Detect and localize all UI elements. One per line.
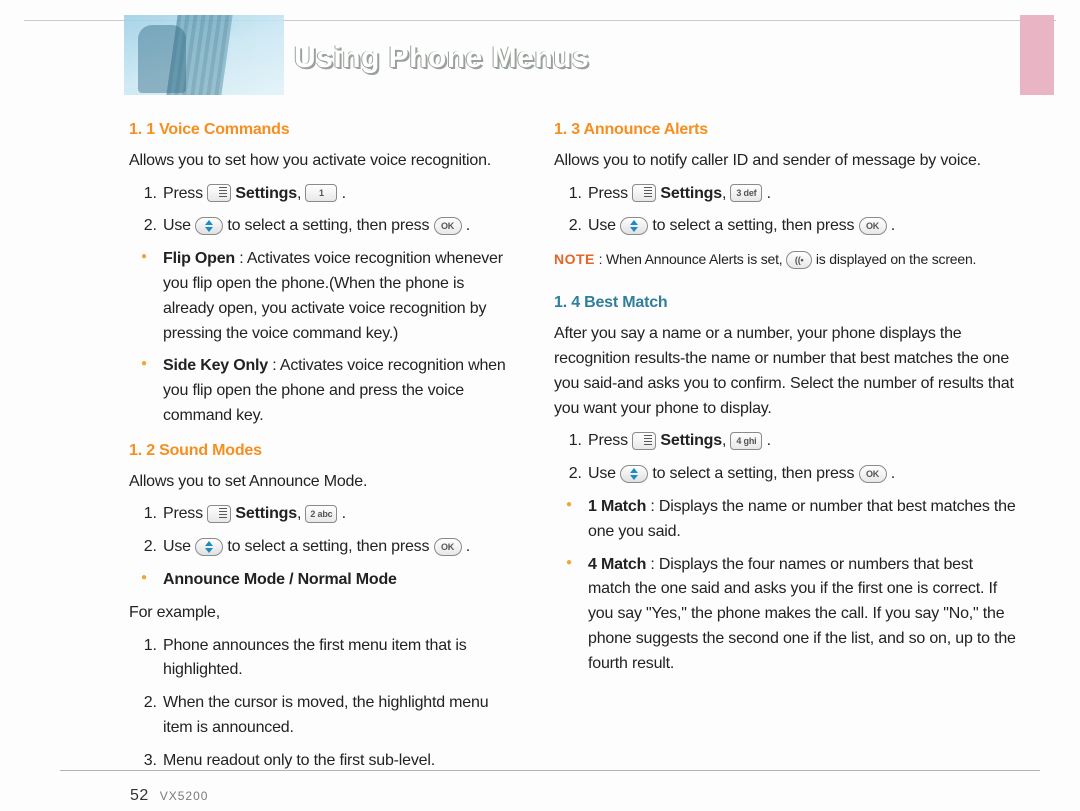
bullet-announce-mode: Announce Mode / Normal Mode (141, 568, 516, 593)
example-2: When the cursor is moved, the highlightd… (161, 691, 516, 741)
digit-4-key-icon: 4 ghi (730, 432, 762, 450)
bullet-side-key: Side Key Only : Activates voice recognit… (141, 354, 516, 428)
ok-key-icon: OK (859, 217, 887, 235)
menu-key-icon (207, 505, 231, 523)
steps-list: Press Settings, 2 abc . Use to select a … (161, 502, 516, 560)
example-1: Phone announces the first menu item that… (161, 634, 516, 684)
bullet-list: 1 Match : Displays the name or number th… (566, 495, 1016, 677)
section-tab (1020, 15, 1054, 95)
note-label: NOTE (554, 251, 595, 267)
steps-list: Press Settings, 4 ghi . Use to select a … (586, 429, 1016, 487)
model-label: VX5200 (160, 789, 209, 803)
step-1: Press Settings, 2 abc . (161, 502, 516, 527)
note-block: NOTE : When Announce Alerts is set, ((• … (554, 249, 1016, 269)
step-2: Use to select a setting, then press OK . (586, 462, 1016, 487)
nav-key-icon (195, 538, 223, 556)
step-1: Press Settings, 1 . (161, 182, 516, 207)
ok-key-icon: OK (859, 465, 887, 483)
menu-key-icon (632, 184, 656, 202)
step-1: Press Settings, 4 ghi . (586, 429, 1016, 454)
page-footer: 52 VX5200 (130, 787, 208, 805)
menu-key-icon (632, 432, 656, 450)
right-column: 1. 3 Announce Alerts Allows you to notif… (540, 118, 1056, 782)
footer-divider (60, 770, 1040, 771)
left-column: 1. 1 Voice Commands Allows you to set ho… (24, 118, 540, 782)
decorative-header-image (124, 15, 284, 95)
content-columns: 1. 1 Voice Commands Allows you to set ho… (24, 118, 1056, 782)
step-2: Use to select a setting, then press OK . (161, 214, 516, 239)
heading-sound-modes: 1. 2 Sound Modes (129, 439, 516, 464)
nav-key-icon (620, 217, 648, 235)
nav-key-icon (620, 465, 648, 483)
digit-2-key-icon: 2 abc (305, 505, 337, 523)
nav-key-icon (195, 217, 223, 235)
intro-text: Allows you to set how you activate voice… (129, 149, 516, 174)
bullet-1-match: 1 Match : Displays the name or number th… (566, 495, 1016, 545)
ok-key-icon: OK (434, 538, 462, 556)
intro-text: Allows you to notify caller ID and sende… (554, 149, 1016, 174)
digit-3-key-icon: 3 def (730, 184, 762, 202)
intro-text: After you say a name or a number, your p… (554, 322, 1016, 421)
example-list: Phone announces the first menu item that… (147, 634, 516, 774)
steps-list: Press Settings, 3 def . Use to select a … (586, 182, 1016, 240)
header-band: Using Phone Menus (24, 20, 1056, 100)
bullet-list: Flip Open : Activates voice recognition … (141, 247, 516, 429)
bullet-4-match: 4 Match : Displays the four names or num… (566, 553, 1016, 677)
bullet-list: Announce Mode / Normal Mode (141, 568, 516, 593)
step-2: Use to select a setting, then press OK . (161, 535, 516, 560)
step-2: Use to select a setting, then press OK . (586, 214, 1016, 239)
announce-indicator-icon: ((• (786, 251, 812, 269)
heading-voice-commands: 1. 1 Voice Commands (129, 118, 516, 143)
page-title: Using Phone Menus (294, 41, 589, 75)
bullet-flip-open: Flip Open : Activates voice recognition … (141, 247, 516, 346)
example-intro: For example, (129, 601, 516, 626)
steps-list: Press Settings, 1 . Use to select a sett… (161, 182, 516, 240)
step-1: Press Settings, 3 def . (586, 182, 1016, 207)
page-number: 52 (130, 787, 149, 804)
digit-1-key-icon: 1 (305, 184, 337, 202)
ok-key-icon: OK (434, 217, 462, 235)
intro-text: Allows you to set Announce Mode. (129, 470, 516, 495)
menu-key-icon (207, 184, 231, 202)
heading-best-match: 1. 4 Best Match (554, 291, 1016, 316)
heading-announce-alerts: 1. 3 Announce Alerts (554, 118, 1016, 143)
